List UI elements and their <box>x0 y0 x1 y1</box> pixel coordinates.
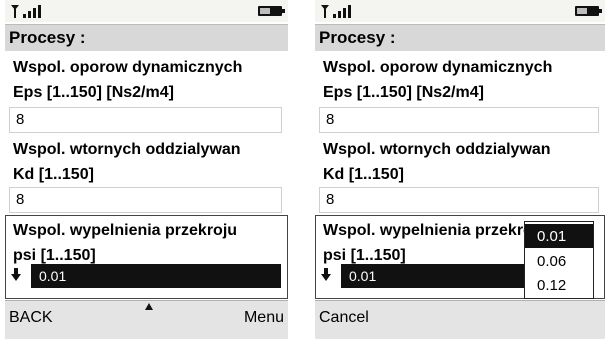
psi-popup-choice[interactable]: 0.01 <box>31 264 281 288</box>
field-label-psi: Wspol. wypelnienia przekroju psi [1..150… <box>13 222 238 264</box>
form-content: Wspol. oporow dynamicznych Eps [1..150] … <box>5 51 288 299</box>
softkey-bar: Cancel <box>315 300 605 339</box>
softkey-bar: BACK Menu <box>5 300 288 339</box>
kd-input[interactable]: 8 <box>319 187 599 213</box>
down-arrow-icon <box>321 268 331 281</box>
status-bar <box>315 0 605 22</box>
signal-strength-icon <box>11 5 41 18</box>
down-arrow-icon <box>11 268 21 281</box>
phone-screen-popup-open: Procesy : Wspol. oporow dynamicznych Eps… <box>315 0 605 339</box>
popup-option[interactable]: 0.01 <box>525 224 593 248</box>
field-label-eps: Wspol. oporow dynamicznych Eps [1..150] … <box>13 59 243 101</box>
field-label-psi: Wspol. wypelnienia przekroju psi [1..150… <box>323 222 548 264</box>
kd-input[interactable]: 8 <box>9 187 282 213</box>
cancel-softkey[interactable]: Cancel <box>319 309 369 327</box>
menu-softkey[interactable]: Menu <box>244 309 284 327</box>
screen-title: Procesy : <box>319 28 396 47</box>
eps-input[interactable]: 8 <box>9 107 282 133</box>
popup-option[interactable]: 0.12 <box>525 273 593 297</box>
screen-title-bar: Procesy : <box>5 24 288 52</box>
battery-icon <box>575 6 602 16</box>
status-bar <box>5 0 288 22</box>
signal-strength-icon <box>321 5 351 18</box>
eps-input[interactable]: 8 <box>319 107 599 133</box>
field-label-eps: Wspol. oporow dynamicznych Eps [1..150] … <box>323 59 553 101</box>
back-softkey[interactable]: BACK <box>9 309 53 327</box>
up-arrow-icon <box>145 303 153 310</box>
screen-title-bar: Procesy : <box>315 24 605 52</box>
field-label-kd: Wspol. wtornych oddzialywan Kd [1..150] <box>13 141 241 183</box>
phone-screen-main: Procesy : Wspol. oporow dynamicznych Eps… <box>5 0 288 339</box>
psi-options-popup: 0.01 0.06 0.12 <box>524 221 594 299</box>
field-label-kd: Wspol. wtornych oddzialywan Kd [1..150] <box>323 141 551 183</box>
battery-icon <box>258 6 285 16</box>
popup-option[interactable]: 0.06 <box>525 249 593 273</box>
screen-title: Procesy : <box>9 28 86 47</box>
